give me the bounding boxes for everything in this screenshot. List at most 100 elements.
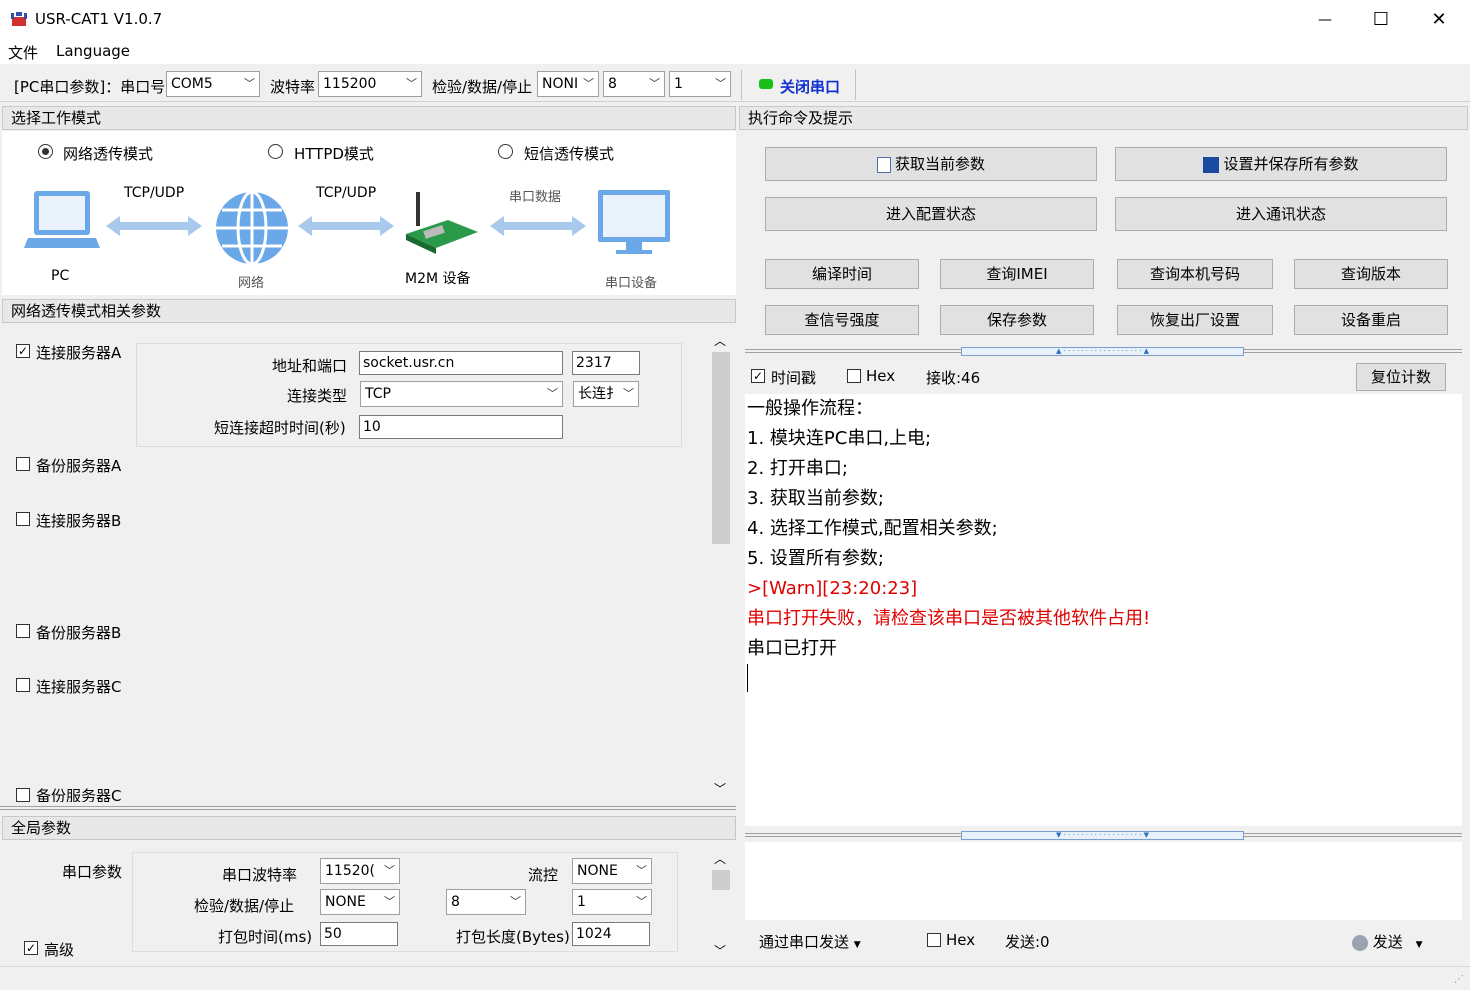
radio-network-label[interactable]: 网络透传模式 <box>63 143 153 164</box>
scroll-up-icon[interactable]: ︿ <box>714 850 726 867</box>
splitter-handle-down[interactable]: ▼ · · · · · · · · · · · · · · · · · · ▼ <box>961 831 1244 840</box>
radio-httpd-label[interactable]: HTTPD模式 <box>294 143 374 164</box>
backup-a-checkbox[interactable] <box>16 457 30 471</box>
backup-b-checkbox[interactable] <box>16 624 30 638</box>
reset-count-button[interactable]: 复位计数 <box>1356 363 1446 391</box>
serial-params-label: 串口参数 <box>62 863 123 881</box>
conn-type-select[interactable]: TCP ﹀ <box>360 381 563 407</box>
menu-file[interactable]: 文件 <box>8 42 38 63</box>
compile-time-button[interactable]: 编译时间 <box>765 259 919 289</box>
menu-language[interactable]: Language <box>56 42 130 60</box>
radio-sms-label[interactable]: 短信透传模式 <box>524 143 614 164</box>
recv-hex-checkbox[interactable] <box>847 369 861 383</box>
factory-reset-button[interactable]: 恢复出厂设置 <box>1117 305 1273 335</box>
pack-len-input[interactable]: 1024 <box>572 922 650 946</box>
databits-select[interactable]: 8 ﹀ <box>603 71 665 97</box>
cmd-header: 执行命令及提示 <box>739 106 1468 130</box>
diagram-serial-data-label: 串口数据 <box>509 190 562 205</box>
addr-input[interactable]: socket.usr.cn <box>359 351 563 375</box>
scroll-down-icon[interactable]: ﹀ <box>714 942 726 959</box>
server-b-label[interactable]: 连接服务器B <box>36 510 121 531</box>
backup-c-checkbox[interactable] <box>16 788 30 802</box>
conn-mode-select[interactable]: 长连扌 ﹀ <box>573 381 639 407</box>
advanced-label[interactable]: 高级 <box>44 939 74 960</box>
backup-b-label[interactable]: 备份服务器B <box>36 622 121 643</box>
stopbits-select[interactable]: 1 ﹀ <box>669 71 731 97</box>
timeout-label: 短连接超时时间(秒) <box>214 419 346 437</box>
flow-select[interactable]: NONE ﹀ <box>572 858 652 884</box>
recv-log[interactable]: 一般操作流程： 1. 模块连PC串口,上电; 2. 打开串口; 3. 获取当前参数; 4… <box>745 394 1462 826</box>
recv-hex-label[interactable]: Hex <box>866 367 895 385</box>
caret-down-icon: ▼ <box>1415 940 1423 950</box>
server-a-label[interactable]: 连接服务器A <box>36 342 121 363</box>
enter-config-button[interactable]: 进入配置状态 <box>765 197 1097 231</box>
resize-grip-icon[interactable]: ⋰ <box>1454 974 1464 985</box>
scroll-up-icon[interactable]: ︿ <box>714 332 726 349</box>
timestamp-checkbox[interactable]: ✓ <box>751 369 765 383</box>
server-a-checkbox[interactable]: ✓ <box>16 344 30 358</box>
chevron-down-icon: ﹀ <box>715 77 726 90</box>
baud-select[interactable]: 115200 ﹀ <box>318 71 422 97</box>
chevron-down-icon: ﹀ <box>649 77 660 90</box>
title-bar: USR-CAT1 V1.0.7 — ☐ ✕ <box>0 0 1470 40</box>
send-via-dropdown[interactable]: 通过串口发送 ▼ <box>759 931 861 952</box>
signal-strength-button[interactable]: 查信号强度 <box>765 305 919 335</box>
server-c-label[interactable]: 连接服务器C <box>36 676 121 697</box>
send-count: 发送:0 <box>1005 933 1050 951</box>
net-params-header: 网络透传模式相关参数 <box>2 299 736 323</box>
toolbar-divider <box>741 70 742 100</box>
query-version-button[interactable]: 查询版本 <box>1294 259 1448 289</box>
get-params-button[interactable]: 获取当前参数 <box>765 147 1097 181</box>
send-hex-label[interactable]: Hex <box>946 931 975 949</box>
query-imei-button[interactable]: 查询IMEI <box>940 259 1094 289</box>
scroll-down-icon[interactable]: ﹀ <box>714 780 726 797</box>
log-line: >[Warn][23:20:23] <box>747 578 918 599</box>
log-line: 5. 设置所有参数; <box>747 548 884 569</box>
radio-sms[interactable] <box>498 144 513 159</box>
flow-label: 流控 <box>528 866 559 884</box>
close-button[interactable]: ✕ <box>1416 6 1462 34</box>
log-line: 3. 获取当前参数; <box>747 488 884 509</box>
globe-icon <box>214 190 290 266</box>
maximize-button[interactable]: ☐ <box>1358 6 1404 34</box>
save-params-button[interactable]: 保存参数 <box>940 305 1094 335</box>
send-hex-checkbox[interactable] <box>927 933 941 947</box>
splitter-handle-up[interactable]: ▲ · · · · · · · · · · · · · · · · · · ▲ <box>961 347 1244 356</box>
chevron-down-icon: ﹀ <box>244 77 255 90</box>
port-toggle-button[interactable]: 关闭串口 <box>756 74 852 98</box>
reboot-button[interactable]: 设备重启 <box>1294 305 1448 335</box>
send-icon <box>1352 934 1368 951</box>
server-c-checkbox[interactable] <box>16 678 30 692</box>
status-bar <box>0 966 1470 990</box>
pack-time-input[interactable]: 50 <box>320 922 398 946</box>
global-stopbits-select[interactable]: 1 ﹀ <box>572 889 652 915</box>
global-baud-select[interactable]: 11520(﹀ <box>320 858 400 884</box>
send-input[interactable] <box>745 842 1462 920</box>
server-b-checkbox[interactable] <box>16 512 30 526</box>
radio-httpd[interactable] <box>268 144 283 159</box>
conn-type-label: 连接类型 <box>287 387 348 405</box>
port-input[interactable]: 2317 <box>572 351 640 375</box>
timeout-input[interactable]: 10 <box>359 415 563 439</box>
query-phone-button[interactable]: 查询本机号码 <box>1117 259 1273 289</box>
chevron-down-icon: ﹀ <box>623 387 634 400</box>
port-select[interactable]: COM5 ﹀ <box>166 71 260 97</box>
status-led-icon <box>759 79 773 89</box>
send-button[interactable]: 发送 ▼ <box>1352 931 1423 952</box>
save-all-button[interactable]: 设置并保存所有参数 <box>1115 147 1447 181</box>
scroll-thumb[interactable] <box>712 352 730 544</box>
backup-a-label[interactable]: 备份服务器A <box>36 455 121 476</box>
radio-network[interactable] <box>38 144 53 159</box>
chevron-down-icon: ﹀ <box>636 895 647 908</box>
global-parity-select[interactable]: NONE ﹀ <box>320 889 400 915</box>
enter-comm-button[interactable]: 进入通讯状态 <box>1115 197 1447 231</box>
global-databits-select[interactable]: 8 ﹀ <box>446 889 526 915</box>
global-scroll-thumb[interactable] <box>712 870 730 890</box>
backup-c-label[interactable]: 备份服务器C <box>36 785 121 802</box>
left-splitter[interactable] <box>0 806 736 810</box>
minimize-button[interactable]: — <box>1302 6 1348 34</box>
timestamp-label[interactable]: 时间戳 <box>771 367 816 388</box>
parity-select[interactable]: NONI ﹀ <box>537 71 599 97</box>
chevron-down-icon: ﹀ <box>636 864 647 877</box>
advanced-checkbox[interactable]: ✓ <box>24 941 38 955</box>
